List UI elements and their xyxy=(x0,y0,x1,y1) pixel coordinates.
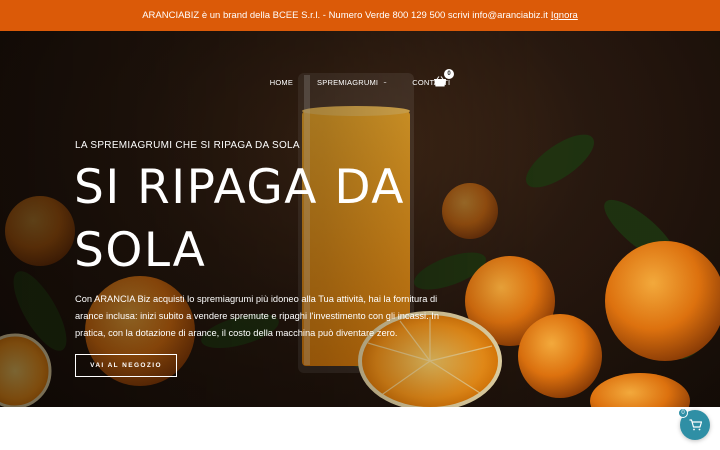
nav-item-label: SPREMIAGRUMI xyxy=(317,77,379,87)
shop-now-button[interactable]: VAI AL NEGOZIO xyxy=(75,354,177,377)
floating-cart-button[interactable]: 0 xyxy=(678,408,710,440)
hero-headline: SI RIPAGA DA SOLA xyxy=(74,160,405,278)
cart-count-badge: 0 xyxy=(444,69,454,79)
cart-icon xyxy=(689,419,702,431)
main-navigation: HOME SPREMIAGRUMI ⌄ CONTATTI xyxy=(0,75,720,89)
floating-cart-count-badge: 0 xyxy=(678,408,688,418)
hero-kicker: LA SPREMIAGRUMI CHE SI RIPAGA DA SOLA xyxy=(75,140,300,151)
notice-dismiss-link[interactable]: Ignora xyxy=(551,10,578,21)
nav-item-label: HOME xyxy=(269,77,294,87)
store-notice-text: ARANCIABIZ è un brand della BCEE S.r.l. … xyxy=(142,10,548,21)
chevron-down-icon: ⌄ xyxy=(382,80,389,85)
hero-description: Con ARANCIA Biz acquisti lo spremiagrumi… xyxy=(75,294,440,338)
nav-item-home[interactable]: HOME xyxy=(270,78,293,87)
header-cart-button[interactable]: 0 xyxy=(434,69,454,87)
hero-section: HOME SPREMIAGRUMI ⌄ CONTATTI 0 LA SPREMI… xyxy=(0,31,720,407)
nav-item-spremiagrumi[interactable]: SPREMIAGRUMI ⌄ xyxy=(317,78,388,87)
shopping-basket-icon xyxy=(434,76,446,87)
store-notice-bar: ARANCIABIZ è un brand della BCEE S.r.l. … xyxy=(0,0,720,31)
